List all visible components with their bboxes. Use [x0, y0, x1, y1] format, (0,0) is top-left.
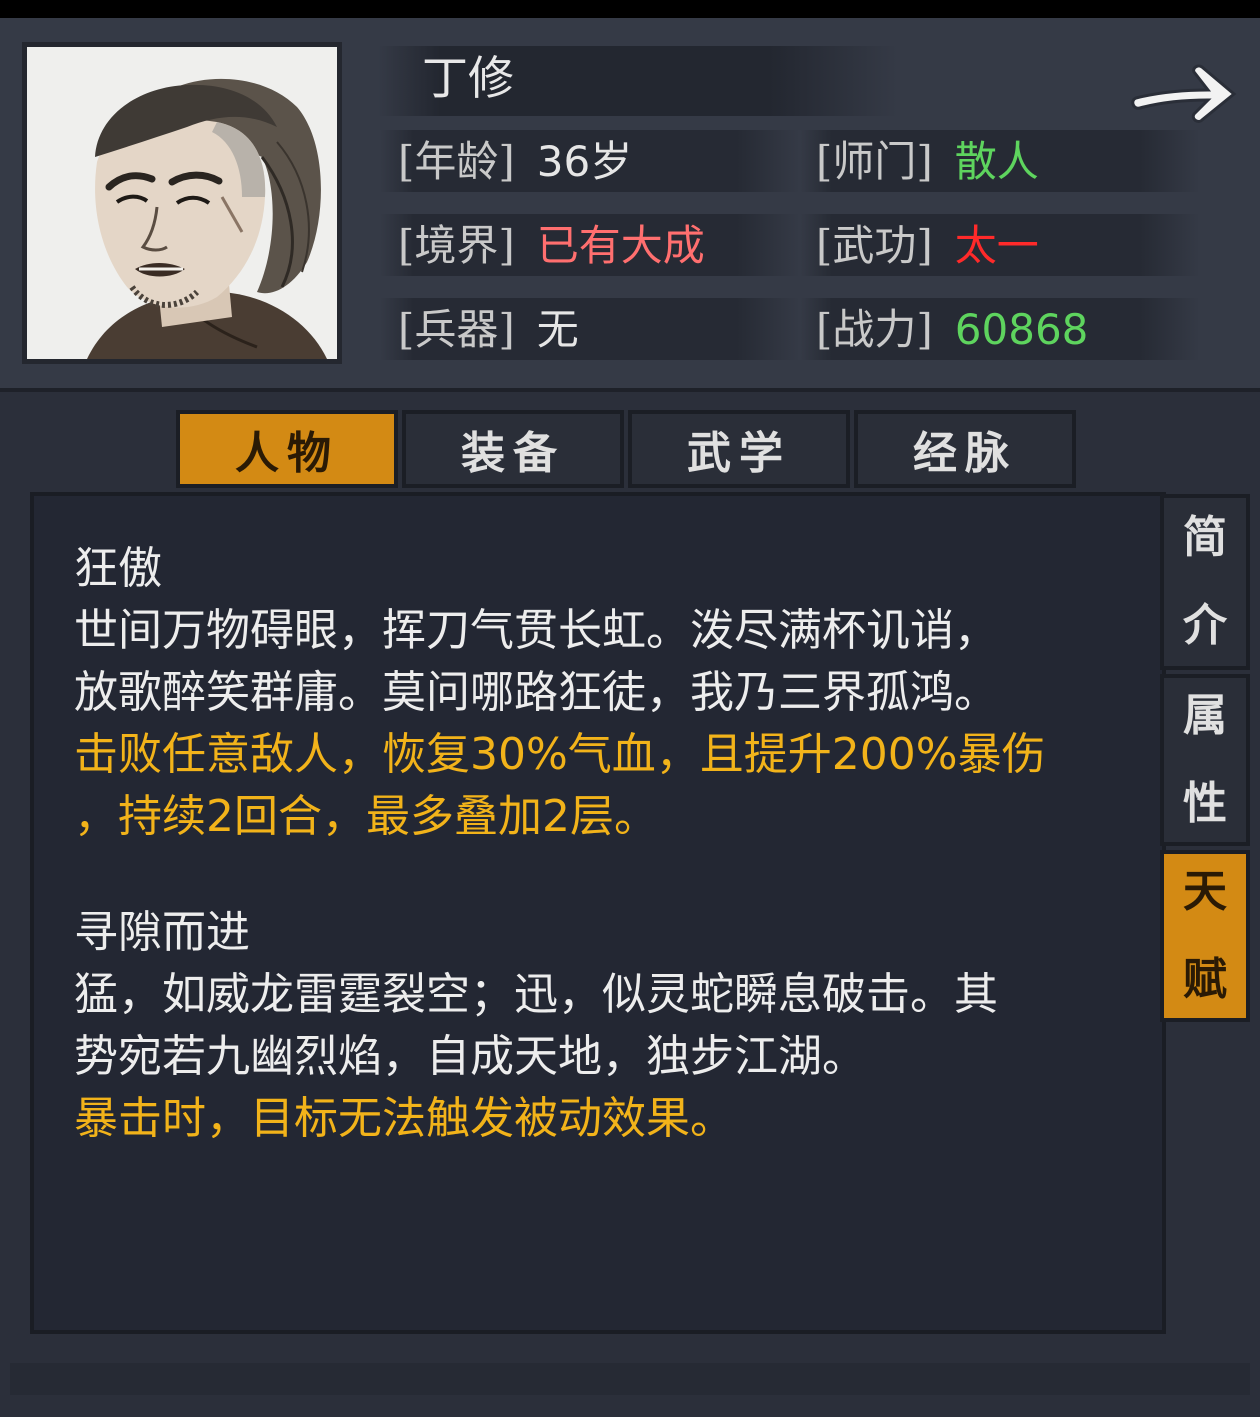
talent-entry: 狂傲 世间万物碍眼，挥刀气贯长虹。泼尽满杯讥诮， 放歌醉笑群庸。莫问哪路狂徒，我… — [74, 538, 1134, 848]
stat-label: [武功] — [816, 221, 933, 270]
side-tab-label: 简介 — [1183, 494, 1227, 670]
side-tab-attributes[interactable]: 属性 — [1160, 674, 1250, 846]
tab-meridians[interactable]: 经脉 — [854, 410, 1076, 488]
stat-label: [师门] — [816, 137, 933, 186]
character-name: 丁修 — [422, 51, 514, 105]
side-tab-talents[interactable]: 天赋 — [1160, 850, 1250, 1022]
stat-realm: [境界] 已有大成 — [398, 218, 705, 274]
stat-value: 无 — [536, 305, 579, 354]
side-tab-char: 介 — [1183, 600, 1227, 651]
stat-value: 散人 — [954, 137, 1039, 186]
talent-effect-line: 击败任意敌人，恢复30%气血，且提升200%暴伤 — [74, 729, 1046, 780]
tab-character[interactable]: 人物 — [176, 410, 398, 488]
side-tab-char: 天 — [1183, 866, 1227, 917]
character-portrait — [22, 42, 342, 364]
side-tab-label: 属性 — [1183, 672, 1227, 848]
right-arrow-icon — [1131, 64, 1237, 123]
stat-power: [战力] 60868 — [816, 302, 1088, 358]
side-tab-char: 简 — [1183, 512, 1227, 563]
talent-description-line: 放歌醉笑群庸。莫问哪路狂徒，我乃三界孤鸿。 — [74, 667, 998, 718]
character-header: 丁修 [年龄] 36岁 [师门] 散人 [境界] 已有大成 [武功] 太一 [兵器] 无 — [0, 18, 1260, 392]
stat-martial-art: [武功] 太一 — [816, 218, 1039, 274]
talent-description-line: 势宛若九幽烈焰，自成天地，独步江湖。 — [74, 1031, 866, 1082]
side-tab-char: 性 — [1183, 778, 1227, 829]
talent-description-line: 猛，如威龙雷霆裂空；迅，似灵蛇瞬息破击。其 — [74, 969, 998, 1020]
side-tab-label: 天赋 — [1183, 848, 1227, 1024]
talent-effect-line: ，持续2回合，最多叠加2层。 — [74, 791, 658, 842]
window-footer — [10, 1363, 1250, 1395]
talent-effect-line: 暴击时，目标无法触发被动效果。 — [74, 1093, 734, 1144]
stat-sect: [师门] 散人 — [816, 134, 1039, 190]
stat-value: 60868 — [954, 305, 1089, 354]
side-tab-intro[interactable]: 简介 — [1160, 494, 1250, 670]
stat-value: 36岁 — [536, 137, 633, 186]
stat-label: [境界] — [398, 221, 515, 270]
talent-title: 寻隙而进 — [74, 907, 250, 958]
side-tab-char: 属 — [1183, 690, 1227, 741]
talent-title: 狂傲 — [74, 543, 162, 594]
stat-label: [战力] — [816, 305, 933, 354]
stat-label: [兵器] — [398, 305, 515, 354]
side-tab-char: 赋 — [1183, 954, 1227, 1005]
stat-weapon: [兵器] 无 — [398, 302, 579, 358]
talent-entry: 寻隙而进 猛，如威龙雷霆裂空；迅，似灵蛇瞬息破击。其 势宛若九幽烈焰，自成天地，… — [74, 902, 1134, 1150]
next-character-button[interactable] — [1130, 54, 1240, 134]
character-window: 丁修 [年龄] 36岁 [师门] 散人 [境界] 已有大成 [武功] 太一 [兵器] 无 — [0, 18, 1260, 1417]
stat-value: 太一 — [954, 221, 1039, 270]
tab-equipment[interactable]: 装备 — [402, 410, 624, 488]
tab-martial-arts[interactable]: 武学 — [628, 410, 850, 488]
stat-label: [年龄] — [398, 137, 515, 186]
talent-description-line: 世间万物碍眼，挥刀气贯长虹。泼尽满杯讥诮， — [74, 605, 998, 656]
stat-age: [年龄] 36岁 — [398, 134, 632, 190]
stat-value: 已有大成 — [536, 221, 705, 270]
